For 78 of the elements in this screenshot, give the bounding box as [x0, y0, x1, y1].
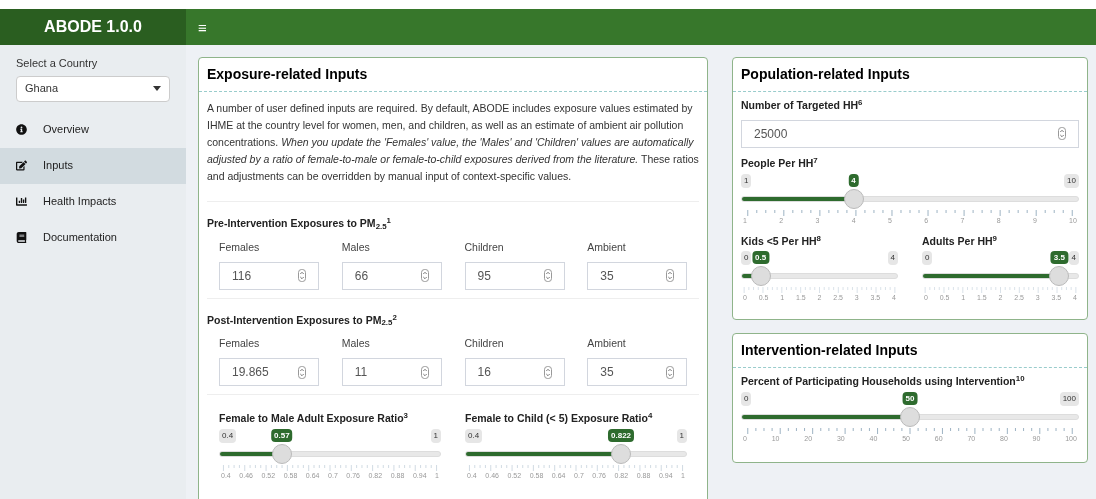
slider-track[interactable] — [219, 450, 441, 457]
slider-min-label: 0 — [741, 392, 752, 406]
slider-title: Kids <5 Per HH$^{8}$ — [741, 233, 822, 249]
slider-value-label: 0.57 — [271, 428, 293, 442]
slider-title: Female to Male Adult Exposure Ratio$^{3}$ — [219, 411, 409, 426]
slider-handle[interactable] — [611, 443, 632, 464]
field-label: Ambient — [587, 239, 627, 255]
slider-max-label: 100 — [1059, 392, 1079, 406]
slider-value-label: 3.5 — [1050, 251, 1068, 265]
slider-min-label: 1 — [741, 173, 752, 188]
slider-min-label: 0 — [741, 251, 752, 266]
slider-max-label: 1 — [430, 428, 441, 443]
field-label: Children — [464, 239, 505, 255]
edit-icon — [16, 160, 27, 171]
sidebar-item[interactable]: Overview — [0, 111, 186, 148]
slider-title: Percent of Participating Households using Intervention$^{10}$ — [741, 374, 1026, 390]
number-field[interactable]: 66 — [341, 261, 442, 290]
select-label: Select a Country — [16, 56, 99, 71]
box-title: Intervention-related Inputs — [741, 341, 919, 361]
spinner-icon[interactable] — [666, 365, 675, 379]
slider-handle[interactable] — [750, 266, 771, 287]
spinner-icon[interactable] — [420, 269, 429, 282]
field-label: Children — [464, 336, 505, 352]
number-field[interactable]: 95 — [464, 261, 565, 290]
number-field[interactable]: 11 — [341, 358, 442, 386]
slider-value-label: 4 — [848, 173, 859, 187]
spinner-icon[interactable] — [420, 365, 429, 379]
spinner-icon[interactable] — [543, 269, 552, 282]
field-label: Females — [219, 239, 261, 255]
app-title: ABODE 1.0.0 — [44, 17, 142, 37]
field-label: Number of Targeted HH$^{6}$ — [741, 98, 864, 113]
slider-track[interactable] — [741, 414, 1079, 420]
number-field[interactable]: 35 — [587, 261, 688, 290]
slider-max-label: 10 — [1064, 173, 1079, 188]
slider-value-label: 50 — [902, 392, 918, 405]
field-label: Females — [219, 336, 261, 352]
slider-handle[interactable] — [1049, 266, 1070, 287]
sidebar-item[interactable]: Health Impacts — [0, 183, 186, 220]
slider-min-label: 0.4 — [465, 428, 483, 443]
number-field[interactable]: 16 — [464, 358, 565, 386]
slider-value-label: 0.5 — [752, 251, 770, 265]
box-title: Population-related Inputs — [741, 65, 911, 84]
caret-icon — [153, 86, 161, 91]
spinner-icon[interactable] — [298, 269, 306, 282]
slider-min-label: 0.4 — [219, 428, 237, 443]
sidebar-item[interactable]: Documentation — [0, 219, 186, 256]
number-field[interactable]: 25000 — [741, 119, 1079, 148]
slider-max-label: 4 — [1068, 251, 1079, 266]
spinner-icon[interactable] — [298, 365, 306, 379]
number-field[interactable]: 35 — [587, 358, 688, 386]
slider-handle[interactable] — [271, 443, 292, 464]
spinner-icon[interactable] — [666, 269, 675, 282]
slider-max-label: 1 — [676, 428, 687, 443]
spinner-icon[interactable] — [1058, 127, 1066, 141]
country-select[interactable]: Ghana — [16, 75, 170, 102]
field-label: Ambient — [587, 336, 627, 352]
slider-handle[interactable] — [900, 407, 920, 427]
number-field[interactable]: 19.865 — [219, 358, 319, 386]
number-field[interactable]: 116 — [219, 261, 319, 290]
slider-track[interactable] — [465, 450, 687, 457]
field-label: Males — [341, 336, 371, 352]
slider-title: People Per HH$^{7}$ — [741, 155, 819, 171]
book-icon — [16, 232, 27, 243]
sidebar-item[interactable]: Inputs — [0, 147, 186, 184]
slider-track[interactable] — [741, 195, 1079, 202]
slider-value-label: 0.822 — [608, 428, 635, 442]
slider-title: Adults Per HH$^{9}$ — [922, 233, 998, 249]
field-label: Males — [341, 239, 371, 255]
bar-chart-icon — [16, 196, 27, 207]
box-title: Exposure-related Inputs — [207, 65, 369, 84]
slider-handle[interactable] — [843, 188, 864, 209]
slider-min-label: 0 — [922, 251, 933, 266]
slider-title: Female to Child (< 5) Exposure Ratio$^{4}$ — [465, 411, 654, 426]
intro-paragraph: A number of user defined inputs are required. By default, ABODE includes exposure values estimated by IHME at the country level for women, men, and children, as well as an estimate of ambient air pollution concentrations. When you update the 'Females' value, the 'Males' and 'Children' values are automatically adjusted by a ratio of female-to-male or female-to-child exposures derived from the literature. These ratios and adjustments can be overridden by manual input of context-specific values. — [207, 100, 699, 202]
info-icon — [16, 124, 27, 135]
spinner-icon[interactable] — [543, 365, 552, 379]
slider-max-label: 4 — [887, 251, 898, 266]
menu-toggle[interactable]: ≡ — [198, 19, 207, 35]
